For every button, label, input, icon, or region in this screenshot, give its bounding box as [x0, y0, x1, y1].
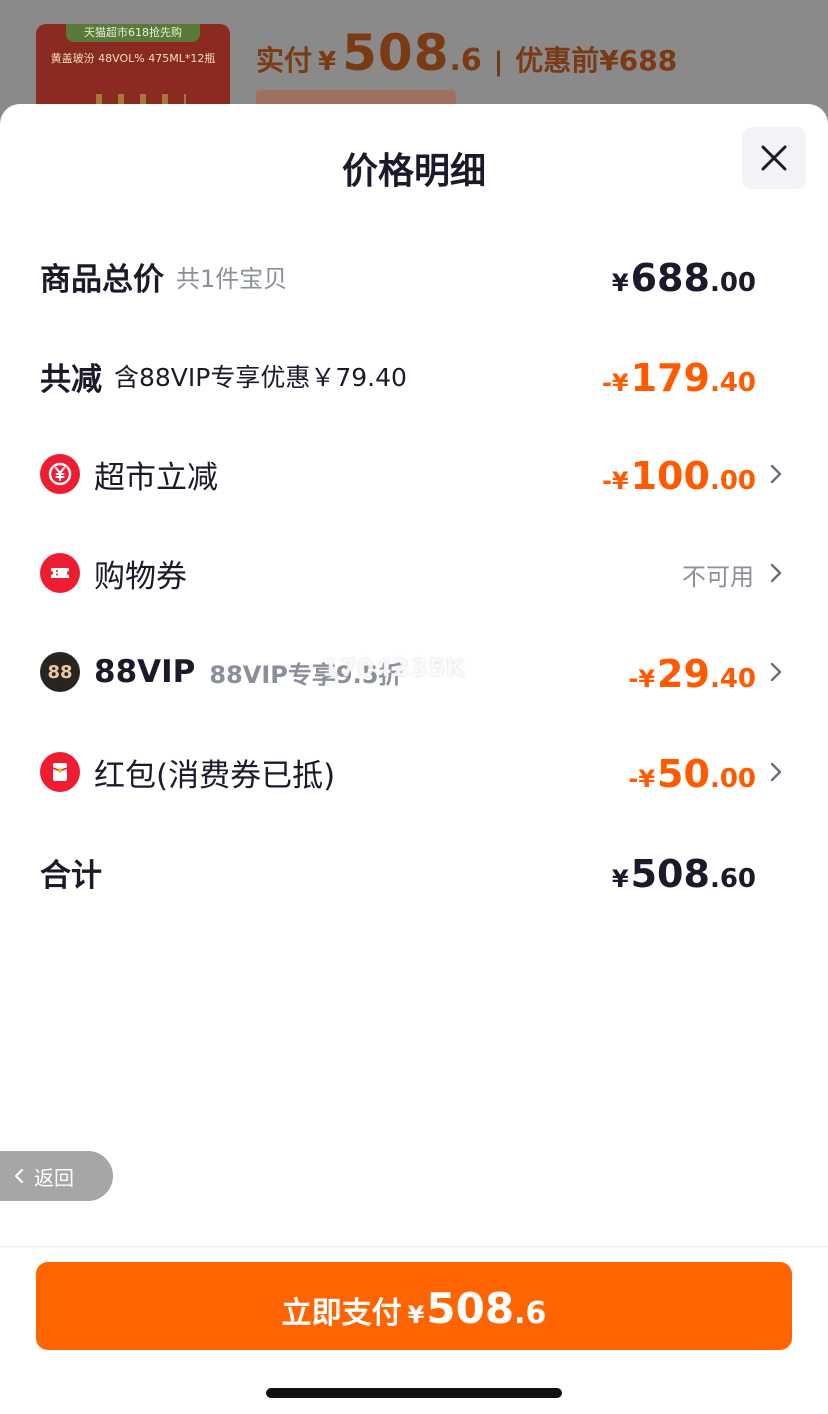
row-total-price: 商品总价 共1件宝贝 ¥688.00 — [40, 246, 788, 306]
price-detail-sheet: 价格明细 商品总价 共1件宝贝 ¥688.00 共减 含88VIP专享优惠￥79… — [0, 104, 828, 1414]
chevron-left-icon — [14, 1168, 24, 1184]
sum-yen: ¥ — [611, 865, 629, 893]
coupon-label: 购物券 — [94, 558, 187, 595]
chevron-right-icon — [770, 662, 782, 682]
vip-label: 88VIP — [94, 654, 196, 690]
vip-yen: -¥ — [628, 665, 656, 693]
chevron-right-icon — [770, 762, 782, 782]
back-button[interactable]: 返回 — [0, 1151, 113, 1201]
88-badge-icon: 88 — [40, 652, 80, 692]
row-coupon[interactable]: 购物券 不可用 — [40, 543, 788, 603]
pay-dec: .6 — [514, 1296, 547, 1331]
pay-yen: ¥ — [407, 1301, 425, 1329]
sum-amount: ¥508.60 — [612, 842, 756, 902]
price-separator: | — [493, 47, 504, 77]
pay-int: 508 — [426, 1284, 515, 1333]
red-packet-int: 50 — [657, 752, 710, 796]
reduce-int: 179 — [630, 356, 710, 400]
total-yen: ¥ — [611, 269, 629, 297]
red-packet-yen: -¥ — [628, 765, 656, 793]
total-amount: ¥688.00 — [612, 246, 756, 306]
sum-int: 508 — [630, 852, 710, 896]
vip-amount: -¥ 29.40 — [628, 642, 756, 702]
paid-currency: ¥ — [318, 47, 337, 77]
reduce-amount: -¥ 179.40 — [602, 346, 756, 406]
reduce-yen: -¥ — [601, 369, 629, 397]
sum-dec: .60 — [709, 864, 756, 894]
watermark: 1704235K — [322, 654, 466, 682]
row-88vip[interactable]: 88 88VIP 88VIP专享9.5折 1704235K -¥ 29.40 — [40, 642, 788, 702]
background-price-row: 实付 ¥ 508 .6 | 优惠前 ¥688 — [256, 24, 677, 84]
back-label: 返回 — [34, 1165, 74, 1190]
chevron-right-icon — [770, 464, 782, 484]
red-packet-dec: .00 — [709, 764, 756, 794]
close-button[interactable] — [742, 127, 806, 189]
home-indicator — [266, 1388, 562, 1398]
orig-label: 优惠前 — [515, 44, 600, 77]
badge-text: 88 — [47, 661, 73, 683]
reduce-label: 共减 — [40, 361, 102, 398]
vip-int: 29 — [657, 652, 710, 696]
thumbnail-text: 黄盖玻汾 48VOL% 475ML*12瓶 — [50, 52, 216, 65]
total-count: 共1件宝贝 — [176, 264, 288, 293]
close-icon — [761, 145, 787, 171]
yuan-coin-icon — [40, 454, 80, 494]
total-dec: .00 — [709, 268, 756, 298]
pay-label: 立即支付 — [281, 1296, 402, 1331]
paid-dec: .6 — [449, 43, 482, 78]
reduce-dec: .40 — [709, 368, 756, 398]
paid-int: 508 — [342, 24, 450, 82]
red-packet-icon — [40, 752, 80, 792]
red-packet-amount: -¥ 50.00 — [628, 742, 756, 802]
row-sum: 合计 ¥508.60 — [40, 842, 788, 902]
supermarket-int: 100 — [630, 454, 710, 498]
paid-label: 实付 — [256, 44, 313, 77]
supermarket-yen: -¥ — [601, 467, 629, 495]
vip-dec: .40 — [709, 664, 756, 694]
chevron-right-icon — [770, 563, 782, 583]
row-red-packet[interactable]: 红包(消费券已抵) -¥ 50.00 — [40, 742, 788, 802]
sheet-title: 价格明细 — [341, 151, 486, 192]
supermarket-amount: -¥ 100.00 — [602, 444, 756, 504]
ticket-icon — [40, 553, 80, 593]
coupon-status: 不可用 — [682, 563, 754, 591]
total-int: 688 — [630, 256, 710, 300]
row-supermarket-discount[interactable]: 超市立减 -¥ 100.00 — [40, 444, 788, 504]
pay-now-button[interactable]: 立即支付 ¥ 508 .6 — [36, 1262, 792, 1350]
supermarket-label: 超市立减 — [94, 459, 218, 496]
red-packet-label: 红包(消费券已抵) — [94, 757, 336, 794]
sum-label: 合计 — [40, 857, 102, 894]
row-total-reduce: 共减 含88VIP专享优惠￥79.40 -¥ 179.40 — [40, 346, 788, 406]
orig-price: ¥688 — [599, 44, 678, 77]
supermarket-dec: .00 — [709, 466, 756, 496]
footer-divider — [0, 1246, 828, 1247]
total-label: 商品总价 — [40, 261, 164, 298]
thumbnail-banner: 天猫超市618抢先购 — [66, 24, 200, 42]
reduce-desc: 含88VIP专享优惠￥79.40 — [114, 363, 407, 392]
